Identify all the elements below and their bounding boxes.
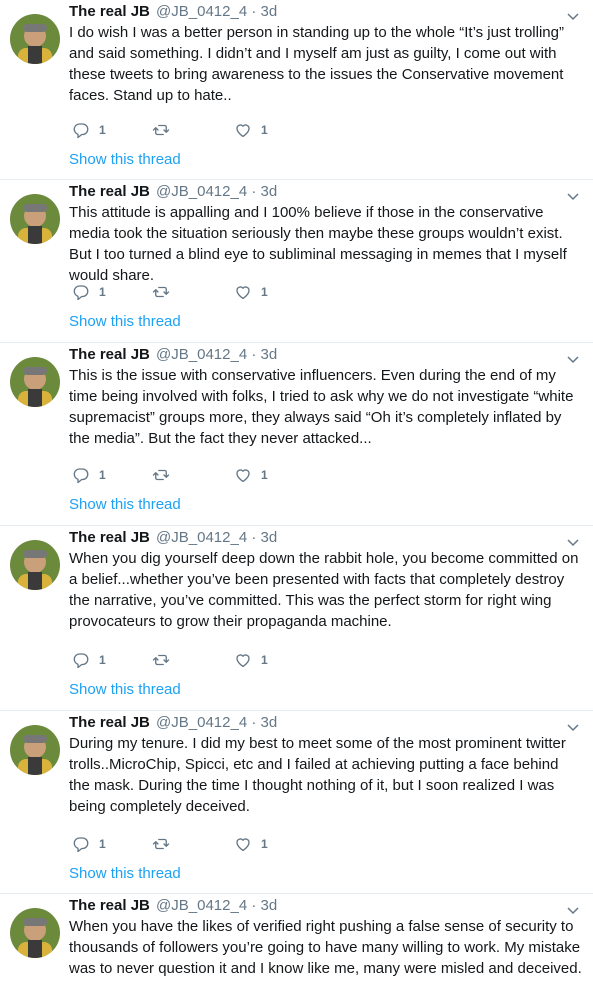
reply-icon [73, 468, 89, 484]
author-name[interactable]: The real JB [69, 529, 150, 546]
tweet-header: The real JB @JB_0412_4 · 3d [69, 896, 553, 916]
tweet[interactable]: The real JB @JB_0412_4 · 3d During my te… [0, 711, 593, 894]
tweet[interactable]: The real JB @JB_0412_4 · 3d When you dig… [0, 526, 593, 711]
retweet-button[interactable] [152, 120, 179, 140]
tweet-actions: 1 1 [72, 650, 332, 670]
author-name[interactable]: The real JB [69, 3, 150, 20]
reply-icon [73, 837, 89, 853]
like-count: 1 [261, 285, 268, 299]
like-icon [236, 654, 250, 668]
reply-count: 1 [99, 468, 106, 482]
author-handle-time: @JB_0412_4 · 3d [156, 897, 278, 914]
retweet-icon [152, 654, 170, 666]
retweet-button[interactable] [152, 650, 179, 670]
tweet-text: This attitude is appalling and I 100% be… [69, 204, 567, 284]
author-handle-time: @JB_0412_4 · 3d [156, 346, 278, 363]
tweet-header: The real JB @JB_0412_4 · 3d [69, 528, 553, 548]
reply-count: 1 [99, 123, 106, 137]
tweet-header: The real JB @JB_0412_4 · 3d [69, 713, 553, 733]
tweet-header: The real JB @JB_0412_4 · 3d [69, 182, 553, 202]
reply-icon [73, 123, 89, 139]
tweet-actions: 1 1 [72, 834, 332, 854]
like-button[interactable]: 1 [234, 465, 268, 485]
tweet[interactable]: The real JB @JB_0412_4 · 3d I do wish I … [0, 0, 593, 180]
tweet-actions: 1 1 [72, 120, 332, 140]
reply-button[interactable]: 1 [72, 834, 106, 854]
author-handle-time: @JB_0412_4 · 3d [156, 529, 278, 546]
tweet-actions: 1 1 [72, 282, 332, 302]
reply-count: 1 [99, 285, 106, 299]
reply-button[interactable]: 1 [72, 120, 106, 140]
like-icon [236, 286, 250, 300]
author-name[interactable]: The real JB [69, 714, 150, 731]
like-button[interactable]: 1 [234, 120, 268, 140]
like-count: 1 [261, 837, 268, 851]
timeline-feed: The real JB @JB_0412_4 · 3d I do wish I … [0, 0, 593, 991]
reply-count: 1 [99, 837, 106, 851]
tweet-text: I do wish I was a better person in stand… [69, 24, 564, 104]
like-count: 1 [261, 468, 268, 482]
tweet[interactable]: The real JB @JB_0412_4 · 3d This is the … [0, 343, 593, 526]
like-count: 1 [261, 123, 268, 137]
avatar[interactable] [10, 194, 60, 244]
retweet-button[interactable] [152, 465, 179, 485]
tweet-text: When you have the likes of verified righ… [69, 918, 582, 977]
like-button[interactable]: 1 [234, 282, 268, 302]
avatar[interactable] [10, 540, 60, 590]
reply-icon [73, 285, 89, 301]
retweet-button[interactable] [152, 282, 179, 302]
retweet-icon [152, 838, 170, 850]
tweet-text: This is the issue with conservative infl… [69, 367, 574, 447]
show-thread-link[interactable]: Show this thread [69, 312, 181, 332]
retweet-button[interactable] [152, 834, 179, 854]
show-thread-link[interactable]: Show this thread [69, 680, 181, 700]
like-button[interactable]: 1 [234, 834, 268, 854]
tweet-text: When you dig yourself deep down the rabb… [69, 550, 579, 630]
show-thread-link[interactable]: Show this thread [69, 864, 181, 884]
avatar[interactable] [10, 357, 60, 407]
retweet-icon [152, 469, 170, 481]
avatar[interactable] [10, 725, 60, 775]
tweet-header: The real JB @JB_0412_4 · 3d [69, 2, 553, 22]
like-button[interactable]: 1 [234, 650, 268, 670]
avatar[interactable] [10, 14, 60, 64]
author-handle-time: @JB_0412_4 · 3d [156, 3, 278, 20]
author-handle-time: @JB_0412_4 · 3d [156, 183, 278, 200]
author-name[interactable]: The real JB [69, 897, 150, 914]
tweet-header: The real JB @JB_0412_4 · 3d [69, 345, 553, 365]
like-icon [236, 124, 250, 138]
like-count: 1 [261, 653, 268, 667]
tweet-text: During my tenure. I did my best to meet … [69, 735, 566, 815]
reply-count: 1 [99, 653, 106, 667]
retweet-icon [152, 124, 170, 136]
show-thread-link[interactable]: Show this thread [69, 495, 181, 515]
retweet-icon [152, 286, 170, 298]
author-handle-time: @JB_0412_4 · 3d [156, 714, 278, 731]
reply-button[interactable]: 1 [72, 282, 106, 302]
tweet[interactable]: The real JB @JB_0412_4 · 3d This attitud… [0, 180, 593, 343]
author-name[interactable]: The real JB [69, 183, 150, 200]
reply-button[interactable]: 1 [72, 465, 106, 485]
tweet-actions: 1 1 [72, 465, 332, 485]
like-icon [236, 469, 250, 483]
show-thread-link[interactable]: Show this thread [69, 150, 181, 170]
tweet[interactable]: The real JB @JB_0412_4 · 3d When you hav… [0, 894, 593, 991]
like-icon [236, 838, 250, 852]
avatar[interactable] [10, 908, 60, 958]
reply-button[interactable]: 1 [72, 650, 106, 670]
reply-icon [73, 653, 89, 669]
author-name[interactable]: The real JB [69, 346, 150, 363]
